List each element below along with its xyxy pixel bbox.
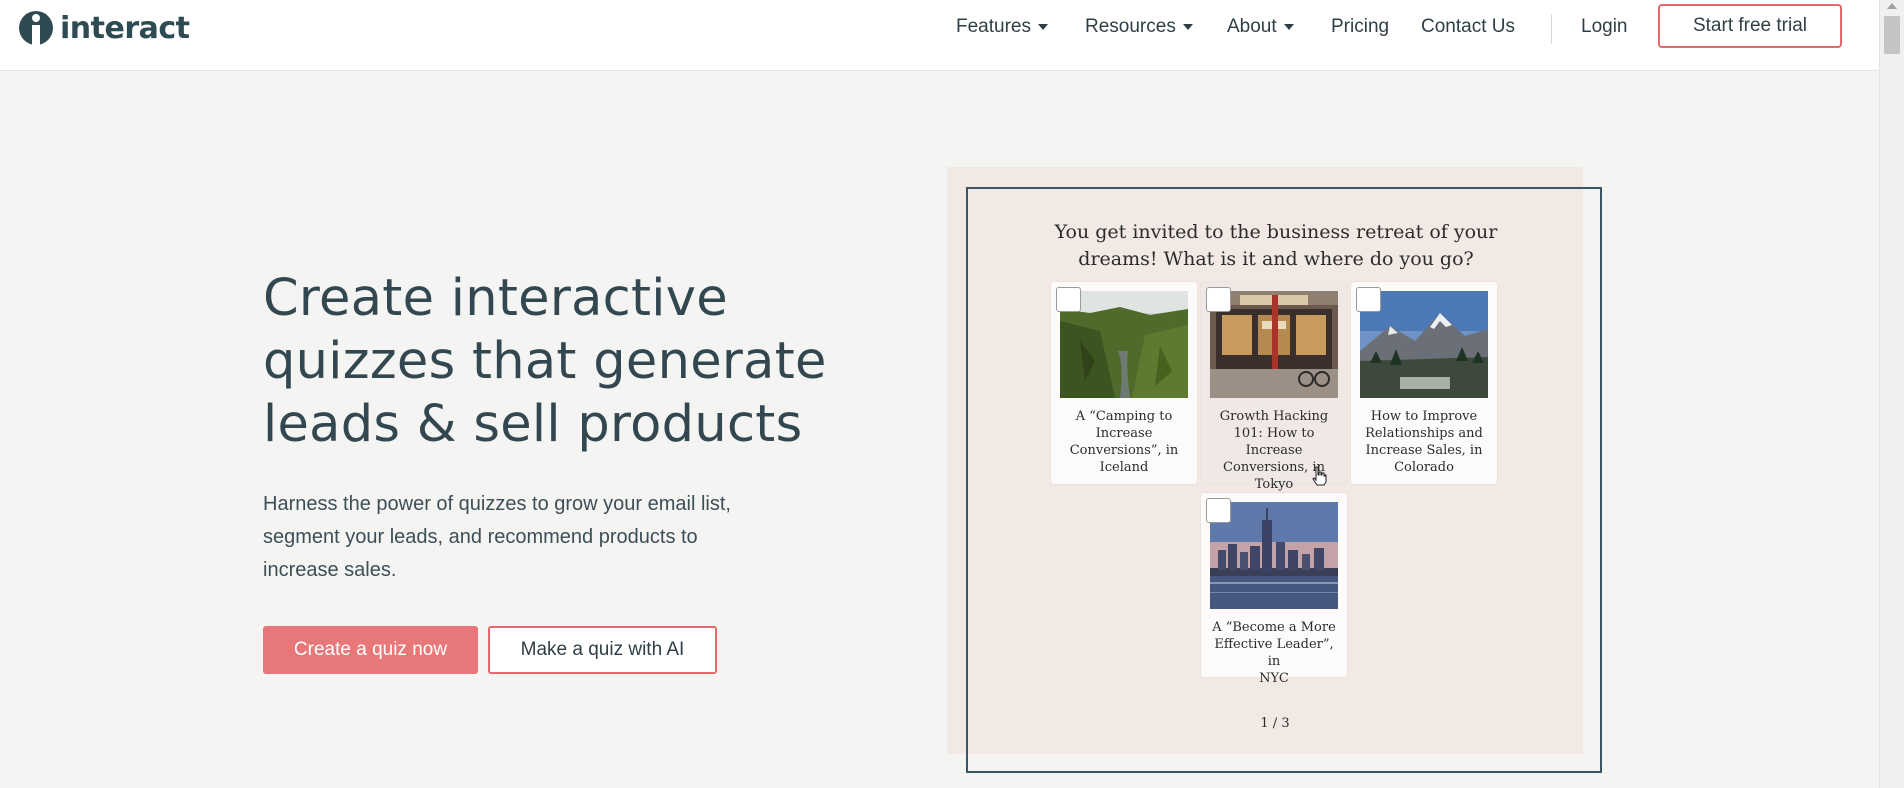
hero-title-line: Create interactive: [263, 269, 728, 328]
option-label-line: Effective Leader”, in: [1214, 637, 1334, 669]
nav-features-label: Features: [956, 16, 1031, 37]
option-checkbox[interactable]: [1206, 498, 1231, 523]
option-label-line: Increase Sales, in: [1365, 443, 1483, 458]
caret-down-icon: [1182, 24, 1193, 30]
hero-title-line: quizzes that generate: [263, 332, 827, 391]
caret-down-icon: [1283, 24, 1294, 30]
nav-features[interactable]: Features: [956, 0, 1048, 54]
quiz-option-tokyo[interactable]: Growth Hacking 101: How to Increase Conv…: [1201, 282, 1347, 492]
option-label-line: NYC: [1259, 671, 1289, 686]
option-label-line: Growth Hacking: [1219, 409, 1329, 424]
option-label: How to Improve Relationships and Increas…: [1357, 408, 1491, 476]
option-checkbox[interactable]: [1056, 287, 1081, 312]
option-label-line: Increase: [1095, 426, 1153, 441]
quiz-option-nyc[interactable]: A “Become a More Effective Leader”, in N…: [1201, 493, 1347, 686]
hero-subtitle: Harness the power of quizzes to grow you…: [263, 488, 803, 587]
site-header: interact Features Resources About Pricin…: [0, 0, 1880, 71]
hero-title: Create interactive quizzes that generate…: [263, 267, 903, 456]
hero-title-line: leads & sell products: [263, 395, 803, 454]
login-link[interactable]: Login: [1581, 0, 1628, 54]
hero-subtitle-line: increase sales.: [263, 559, 397, 581]
brand-logo[interactable]: interact: [18, 8, 190, 48]
option-label-line: Conversions, in: [1223, 460, 1325, 475]
nav-pricing-label: Pricing: [1331, 16, 1390, 37]
nav-about[interactable]: About: [1227, 0, 1294, 54]
option-label: A “Camping to Increase Conversions”, in …: [1057, 408, 1191, 476]
nav-about-label: About: [1227, 16, 1277, 37]
brand-name: interact: [60, 10, 190, 46]
scroll-up-icon[interactable]: [1887, 3, 1897, 9]
option-label-line: 101: How to Increase: [1233, 426, 1315, 458]
login-label: Login: [1581, 16, 1628, 37]
nav-divider: [1551, 14, 1552, 44]
option-label-line: Tokyo: [1254, 477, 1294, 492]
option-label-line: Relationships and: [1365, 426, 1483, 441]
option-checkbox[interactable]: [1206, 287, 1231, 312]
create-quiz-button[interactable]: Create a quiz now: [263, 626, 478, 674]
make-quiz-with-ai-button[interactable]: Make a quiz with AI: [488, 626, 717, 674]
quiz-option-colorado[interactable]: How to Improve Relationships and Increas…: [1351, 282, 1497, 484]
nav-pricing[interactable]: Pricing: [1331, 0, 1389, 54]
quiz-option-iceland[interactable]: A “Camping to Increase Conversions”, in …: [1051, 282, 1197, 484]
quiz-question-line: dreams! What is it and where do you go?: [1078, 248, 1474, 270]
interact-logo-icon: [19, 11, 53, 45]
quiz-question-line: You get invited to the business retreat …: [1054, 221, 1498, 243]
option-label-line: Conversions”, in: [1069, 443, 1179, 458]
nav-contact-us-label: Contact Us: [1421, 16, 1515, 37]
option-label-line: A “Camping to: [1075, 409, 1173, 424]
caret-down-icon: [1037, 24, 1048, 30]
hand-cursor-icon: [1312, 466, 1327, 486]
option-checkbox[interactable]: [1356, 287, 1381, 312]
nav-contact-us[interactable]: Contact Us: [1421, 0, 1515, 54]
nav-resources[interactable]: Resources: [1085, 0, 1193, 54]
quiz-pager: 1 / 3: [1260, 716, 1290, 731]
option-label-line: Colorado: [1394, 460, 1454, 475]
option-label-line: How to Improve: [1370, 409, 1478, 424]
quiz-question: You get invited to the business retreat …: [1036, 219, 1516, 273]
option-label-line: A “Become a More: [1212, 620, 1336, 635]
hero-subtitle-line: Harness the power of quizzes to grow you…: [263, 493, 731, 515]
nav-resources-label: Resources: [1085, 16, 1176, 37]
option-label: A “Become a More Effective Leader”, in N…: [1207, 619, 1341, 687]
scrollbar-thumb[interactable]: [1884, 16, 1900, 54]
option-label-line: Iceland: [1099, 460, 1149, 475]
hero-subtitle-line: segment your leads, and recommend produc…: [263, 526, 698, 548]
page-scrollbar[interactable]: [1879, 0, 1904, 788]
start-free-trial-button[interactable]: Start free trial: [1658, 4, 1842, 48]
